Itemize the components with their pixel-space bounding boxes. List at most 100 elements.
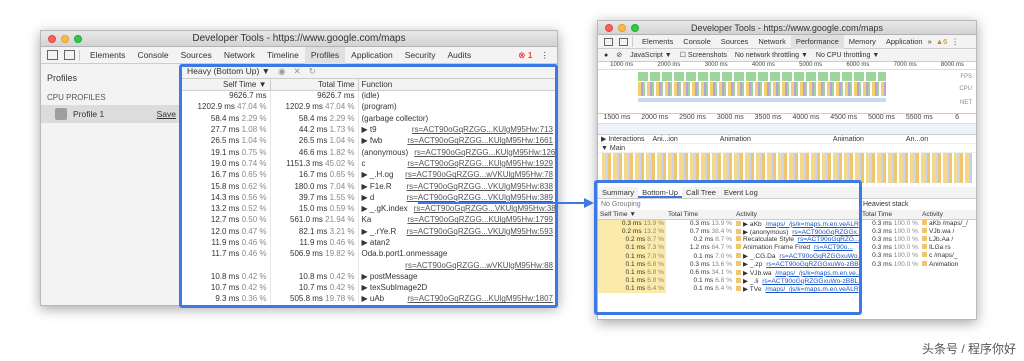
table-row[interactable]: 0.3 ms 100.0 % ILGa rs — [860, 244, 976, 252]
more-options-icon[interactable]: ⋮ — [541, 50, 550, 61]
source-link[interactable]: rs=ACT90o... — [814, 244, 853, 251]
function-name[interactable]: Ka — [362, 215, 372, 224]
table-row[interactable]: 0.3 ms 100.0 % aKb /maps/_/ — [860, 219, 976, 227]
activity-name[interactable]: ▶ _.zp — [743, 261, 762, 268]
table-row[interactable]: rs=ACT90oGqRZGG...wVKUlgM95Hw:88 — [181, 259, 557, 271]
tab-sources[interactable]: Sources — [175, 47, 218, 64]
network-throttling-select[interactable]: No network throttling ▼ — [735, 52, 808, 59]
sidebar-item-profile-1[interactable]: Profile 1 Save — [41, 105, 180, 123]
function-name[interactable]: ▶ t9 — [362, 125, 377, 134]
function-name[interactable]: (program) — [362, 102, 397, 111]
source-link[interactable]: rs=ACT90oGqRZGG...KUlgM95Hw:1929 — [407, 159, 553, 168]
tab-profiles[interactable]: Profiles — [304, 46, 346, 64]
zoom-window-button[interactable] — [631, 24, 639, 32]
interaction-item[interactable]: Ani...ion — [652, 136, 677, 143]
warning-badge[interactable]: ▲6 — [936, 37, 948, 46]
column-header-self-time[interactable]: Self Time ▼ — [598, 210, 666, 220]
table-row[interactable]: 0.1 ms 6.8 % 0.3 ms 13.6 % ▶ _.zp rs=ACT90… — [598, 260, 860, 269]
table-row[interactable]: 58.4 ms 2.29 % 58.4 ms 2.29 % (garbage col… — [181, 112, 557, 124]
activity-name[interactable]: Animation — [929, 261, 958, 268]
table-row[interactable]: 0.1 ms 7.0 % 0.1 ms 7.0 % ▶ _.CG.Da rs=ACT… — [598, 252, 860, 261]
source-link[interactable]: rs=ACT90oGqRZGG...KUlgM95Hw:713 — [412, 125, 553, 134]
exclude-icon[interactable]: ✕ — [293, 66, 300, 77]
table-row[interactable]: 0.2 ms 13.2 % 0.7 ms 38.4 % ▶ (anonymous) … — [598, 227, 860, 236]
table-row[interactable]: 16.7 ms 0.65 % 16.7 ms 0.65 % ▶ _.H.og rs=A… — [181, 169, 557, 181]
close-window-button[interactable] — [48, 35, 56, 43]
clear-icon[interactable]: ⊘ — [616, 51, 622, 59]
main-flame-chart[interactable] — [602, 153, 972, 183]
column-header-total-time[interactable]: Total Time — [666, 210, 734, 220]
function-name[interactable]: (idle) — [362, 91, 380, 100]
activity-name[interactable]: ▶ aKb — [743, 221, 762, 228]
function-name[interactable]: ▶ _.gK.index — [362, 204, 408, 213]
table-row[interactable]: 0.3 ms 100.0 % LJb.Aa / — [860, 235, 976, 243]
activity-name[interactable]: ▶ VJb.wa — [743, 270, 772, 277]
table-row[interactable]: 19.1 ms 0.75 % 46.6 ms 1.82 % (anonymous) r… — [181, 146, 557, 158]
table-row[interactable]: 9626.7 ms 9626.7 ms (idle) — [181, 90, 557, 102]
function-name[interactable]: ▶ texSubImage2D — [362, 283, 428, 292]
tab-sources[interactable]: Sources — [716, 35, 754, 49]
tab-performance[interactable]: Performance — [790, 34, 844, 49]
column-header-self-time[interactable]: Self Time ▼ — [181, 79, 271, 91]
context-select[interactable]: JavaScript ▼ — [630, 52, 672, 59]
table-row[interactable]: 0.1 ms 7.3 % 1.2 ms 64.7 % Animation Frame… — [598, 243, 860, 253]
tab-security[interactable]: Security — [399, 47, 442, 64]
function-name[interactable]: ▶ postMessage — [362, 272, 418, 281]
activity-name[interactable]: Recalculate Style — [743, 236, 794, 243]
function-name[interactable]: (garbage collector) — [362, 114, 429, 123]
source-link[interactable]: rs=ACT90oGqRZGG...KUlgM95Hw:1799 — [407, 215, 553, 224]
table-row[interactable]: 0.3 ms 100.0 % c /maps/_ — [860, 252, 976, 260]
tab-application[interactable]: Application — [881, 35, 928, 49]
activity-name[interactable]: ▶ TVe — [743, 286, 762, 293]
tab-memory[interactable]: Memory — [844, 35, 881, 49]
main-track-header[interactable]: ▼ Main — [598, 144, 976, 153]
table-row[interactable]: 0.3 ms 100.0 % VJb.wa / — [860, 227, 976, 235]
activity-name[interactable]: ILGa rs — [929, 244, 951, 251]
function-name[interactable]: ▶ fwb — [362, 136, 383, 145]
column-header-total-time[interactable]: Total Time — [270, 79, 359, 91]
table-row[interactable]: 1202.9 ms 47.04 % 1202.9 ms 47.04 % (progr… — [181, 101, 557, 113]
source-link[interactable]: rs=ACT90oGqRZGG...KUlgM95Hw:1807 — [407, 294, 553, 303]
table-row[interactable]: 0.3 ms 100.0 % Animation — [860, 260, 976, 268]
activity-name[interactable]: ▶ _.li — [743, 278, 758, 285]
source-link[interactable]: rs=ACT90oGqRZGG...wVKUlgM95Hw:78 — [405, 170, 553, 179]
source-link[interactable]: rs=ACT90oGqRZGG...KUlgM95Hw:1661 — [407, 136, 553, 145]
source-link[interactable]: rs=ACT90oGqRZG... — [798, 236, 860, 243]
more-tabs-button[interactable]: » — [928, 37, 932, 46]
tab-event-log[interactable]: Event Log — [720, 187, 762, 198]
save-profile-link[interactable]: Save — [157, 109, 176, 119]
device-toolbar-icon[interactable] — [619, 37, 628, 46]
tab-elements[interactable]: Elements — [637, 35, 678, 49]
view-select[interactable]: Heavy (Bottom Up) ▼ — [187, 66, 270, 76]
tab-application[interactable]: Application — [345, 47, 399, 64]
table-row[interactable]: 10.8 ms 0.42 % 10.8 ms 0.42 % ▶ postMessag… — [181, 270, 557, 283]
more-options-icon[interactable]: ⋮ — [951, 37, 959, 46]
tab-summary[interactable]: Summary — [598, 187, 638, 198]
grouping-select[interactable]: No Grouping — [598, 199, 859, 210]
inspect-element-icon[interactable] — [604, 37, 613, 46]
record-icon[interactable]: ● — [604, 52, 608, 59]
source-link[interactable]: rs=ACT90oGqRZGGx... — [792, 229, 860, 236]
table-row[interactable]: 11.7 ms 0.46 % 506.9 ms 19.82 % Oda.b.port… — [181, 248, 557, 260]
function-name[interactable]: ▶ _.H.og — [362, 170, 394, 179]
table-row[interactable]: 19.0 ms 0.74 % 1151.3 ms 45.02 % c rs=ACT90… — [181, 157, 557, 170]
table-row[interactable]: 15.8 ms 0.62 % 180.0 ms 7.04 % ▶ F1e.R rs=A… — [181, 180, 557, 192]
tab-network[interactable]: Network — [218, 47, 261, 64]
tab-network[interactable]: Network — [753, 35, 791, 49]
focus-icon[interactable]: ◉ — [278, 66, 285, 77]
table-row[interactable]: 27.7 ms 1.08 % 44.2 ms 1.73 % ▶ t9 rs=ACT90… — [181, 123, 557, 136]
source-link[interactable]: /maps/_/js/k=maps.m.en.ve... — [775, 270, 860, 277]
column-header-activity[interactable]: Activity — [734, 210, 860, 220]
column-header-activity[interactable]: Activity — [920, 210, 976, 220]
source-link[interactable]: rs=ACT90oGqRZGGxuWo-zBB... — [766, 261, 860, 268]
activity-name[interactable]: ▶ _.CG.Da — [743, 253, 776, 260]
source-link[interactable]: /maps/_/js/k=maps.m.en.veALR — [765, 221, 858, 228]
activity-name[interactable]: c /maps/_ — [929, 252, 958, 259]
sidebar-title[interactable]: Profiles — [41, 64, 180, 83]
table-row[interactable]: 0.1 ms 6.8 % 0.6 ms 34.1 % ▶ VJb.wa /maps/… — [598, 268, 860, 277]
table-row[interactable]: 12.7 ms 0.50 % 561.0 ms 21.94 % Ka rs=ACT90… — [181, 214, 557, 226]
interaction-item[interactable]: Animation — [720, 136, 751, 143]
source-link[interactable]: rs=ACT90oGqRZGG...wVKUlgM95Hw:88 — [405, 261, 553, 270]
timeline-overview[interactable]: 1000 ms 2000 ms 3000 ms 4000 ms 5000 ms 6000 … — [598, 62, 976, 114]
function-name[interactable]: ▶ uAb — [362, 294, 385, 303]
